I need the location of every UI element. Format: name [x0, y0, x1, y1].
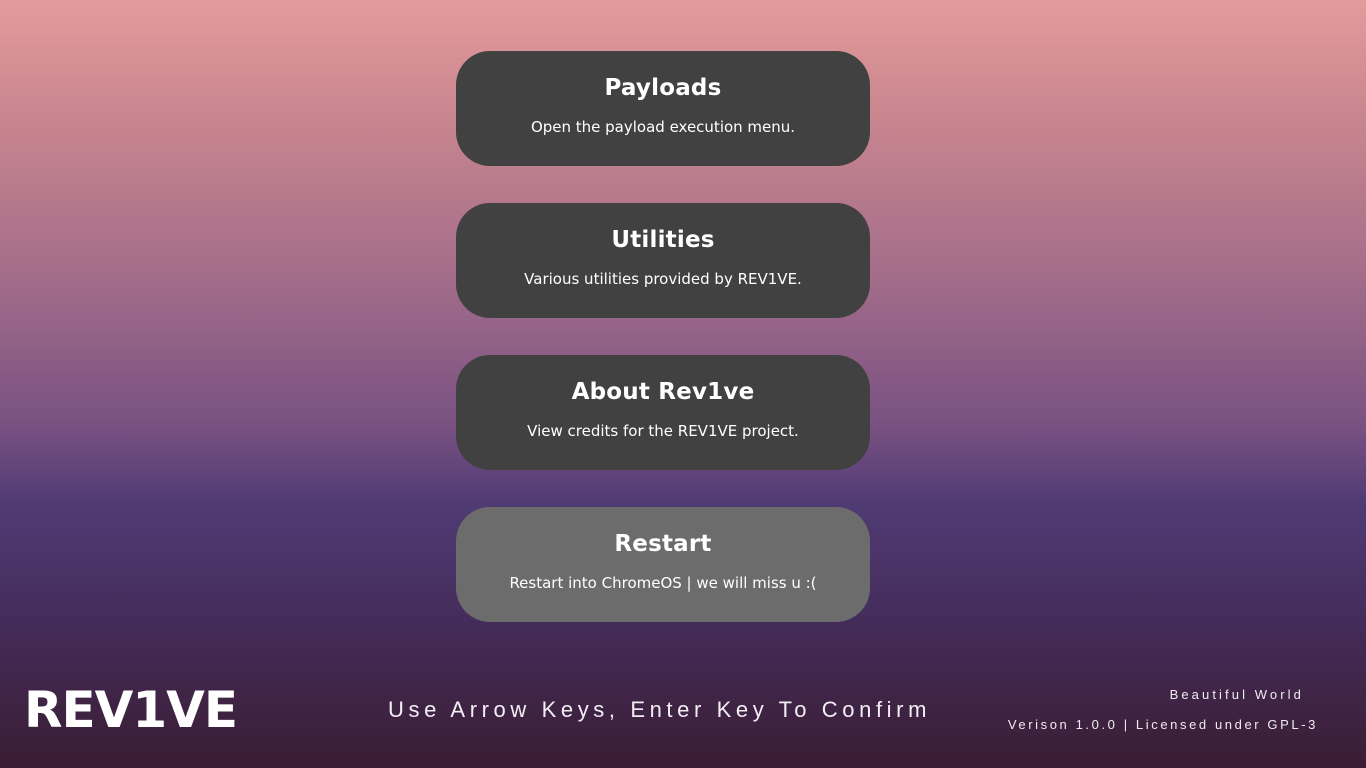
- menu-item-description: Restart into ChromeOS | we will miss u :…: [509, 574, 817, 592]
- revive-logo: REV1VE: [24, 681, 238, 739]
- menu-item-description: Various utilities provided by REV1VE.: [524, 270, 802, 288]
- menu-item-utilities[interactable]: Utilities Various utilities provided by …: [456, 203, 870, 318]
- menu-item-title: Restart: [614, 531, 712, 557]
- menu-item-title: Payloads: [604, 75, 722, 101]
- footer-info: Beautiful World Verison 1.0.0 | Licensed…: [1008, 686, 1318, 734]
- menu-item-restart[interactable]: Restart Restart into ChromeOS | we will …: [456, 507, 870, 622]
- menu-item-about[interactable]: About Rev1ve View credits for the REV1VE…: [456, 355, 870, 470]
- menu-item-description: View credits for the REV1VE project.: [527, 422, 799, 440]
- footer-subtitle: Beautiful World: [1169, 687, 1304, 702]
- menu-item-payloads[interactable]: Payloads Open the payload execution menu…: [456, 51, 870, 166]
- menu-item-title: About Rev1ve: [571, 379, 755, 405]
- controls-hint: Use Arrow Keys, Enter Key To Confirm: [388, 697, 931, 722]
- menu-item-description: Open the payload execution menu.: [530, 118, 796, 136]
- menu-item-title: Utilities: [611, 227, 715, 253]
- version-license-text: Verison 1.0.0 | Licensed under GPL-3: [1007, 717, 1318, 732]
